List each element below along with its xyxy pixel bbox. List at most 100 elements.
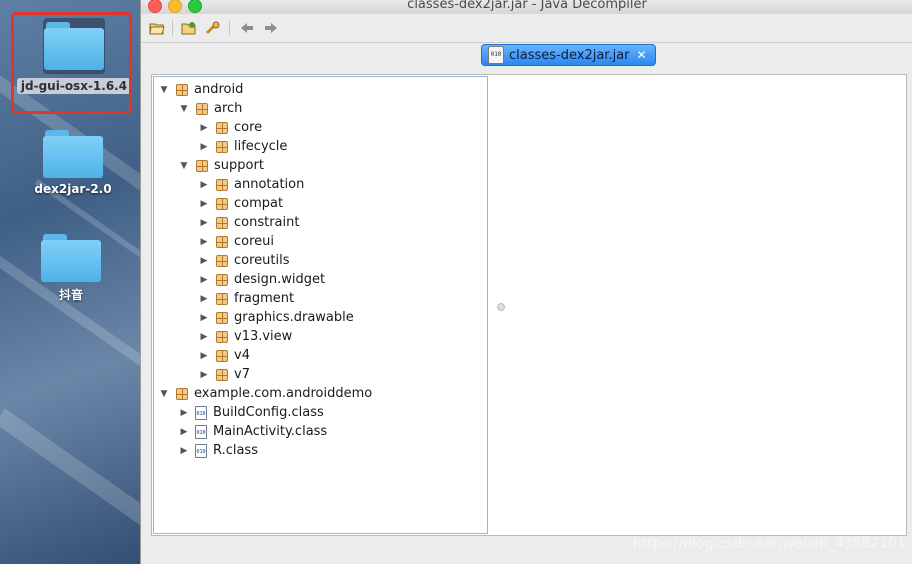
tree-node-label: android [194,82,244,97]
package-icon [216,235,228,248]
tree-package-node[interactable]: ▶ coreutils [198,251,290,270]
tree-package-node[interactable]: ▶ constraint [198,213,300,232]
tree-package-node[interactable]: ▼ arch [178,99,243,118]
disclosure-collapsed-icon[interactable]: ▶ [178,427,190,437]
disclosure-expanded-icon[interactable]: ▼ [178,104,190,114]
tree-node-label: graphics.drawable [234,310,354,325]
disclosure-collapsed-icon[interactable]: ▶ [198,123,210,133]
jar-file-icon: 010 [488,46,504,64]
tree-package-node[interactable]: ▶ v4 [198,346,250,365]
package-icon [196,102,208,115]
tree-node-label: R.class [213,443,258,458]
package-icon [216,311,228,324]
tab-close-button[interactable]: ✕ [637,48,647,62]
tree-package-node[interactable]: ▶ design.widget [198,270,326,289]
tree-node-label: core [234,120,263,135]
tab-label: classes-dex2jar.jar [509,47,630,63]
tree-class-node[interactable]: ▶ 010 R.class [178,441,258,460]
tree-node-label: coreui [234,234,275,249]
desktop-item-dex2jar[interactable]: dex2jar-2.0 [13,130,133,196]
tree-node-label: annotation [234,177,305,192]
tree-package-node[interactable]: ▶ graphics.drawable [198,308,354,327]
disclosure-collapsed-icon[interactable]: ▶ [198,199,210,209]
tree-package-node[interactable]: ▶ v7 [198,365,250,384]
desktop-item-label: dex2jar-2.0 [34,182,112,196]
tree-node-label: constraint [234,215,300,230]
disclosure-collapsed-icon[interactable]: ▶ [198,275,210,285]
disclosure-collapsed-icon[interactable]: ▶ [198,332,210,342]
split-divider-handle[interactable] [497,303,505,311]
forward-button[interactable] [261,19,281,37]
tree-package-node[interactable]: ▶ lifecycle [198,137,288,156]
package-icon [216,216,228,229]
tree-node-label: arch [214,101,243,116]
tree-package-node[interactable]: ▶ compat [198,194,284,213]
tree-node-label: design.widget [234,272,326,287]
back-arrow-icon [241,23,253,33]
content-pane: ▼ android ▼ arch ▶ core ▶ lifecycle ▼ support ▶ ann… [151,74,907,536]
tree-class-node[interactable]: ▶ 010 MainActivity.class [178,422,328,441]
disclosure-collapsed-icon[interactable]: ▶ [178,446,190,456]
package-icon [216,330,228,343]
selection-highlight-box [11,12,132,114]
disclosure-expanded-icon[interactable]: ▼ [158,85,170,95]
disclosure-collapsed-icon[interactable]: ▶ [198,294,210,304]
tree-node-label: lifecycle [234,139,288,154]
back-button[interactable] [237,19,257,37]
open-type-button[interactable] [179,19,199,37]
package-icon [216,178,228,191]
tree-node-label: support [214,158,264,173]
tree-package-node[interactable]: ▼ android [158,80,244,99]
tree-node-label: fragment [234,291,295,306]
tree-package-node[interactable]: ▶ v13.view [198,327,293,346]
disclosure-collapsed-icon[interactable]: ▶ [198,237,210,247]
package-tree[interactable]: ▼ android ▼ arch ▶ core ▶ lifecycle ▼ support ▶ ann… [153,76,488,534]
tree-package-node[interactable]: ▼ support [178,156,264,175]
disclosure-expanded-icon[interactable]: ▼ [158,389,170,399]
title-bar[interactable]: classes-dex2jar.jar - Java Decompiler [141,0,912,14]
package-icon [216,273,228,286]
tree-node-label: coreutils [234,253,290,268]
search-icon [205,21,220,35]
tree-node-label: v7 [234,367,250,382]
tab-row: 010 classes-dex2jar.jar ✕ [141,43,912,67]
tree-node-label: BuildConfig.class [213,405,324,420]
tree-node-label: example.com.androiddemo [194,386,373,401]
class-file-icon: 010 [195,405,207,420]
disclosure-collapsed-icon[interactable]: ▶ [198,313,210,323]
disclosure-collapsed-icon[interactable]: ▶ [198,218,210,228]
folder-icon [43,130,103,178]
tree-package-node[interactable]: ▶ core [198,118,263,137]
desktop: jd-gui-osx-1.6.4 dex2jar-2.0 抖音 [0,0,140,564]
package-icon [176,387,188,400]
package-icon [216,140,228,153]
tree-package-node[interactable]: ▶ coreui [198,232,274,251]
watermark: https://blog.csdn.net/weixin_43582101 [632,536,906,552]
package-icon [216,254,228,267]
tree-node-label: v13.view [234,329,293,344]
tree-package-node[interactable]: ▶ annotation [198,175,305,194]
disclosure-collapsed-icon[interactable]: ▶ [198,142,210,152]
class-file-icon: 010 [195,424,207,439]
tree-package-node[interactable]: ▼ example.com.androiddemo [158,384,373,403]
open-file-button[interactable] [147,19,167,37]
disclosure-collapsed-icon[interactable]: ▶ [178,408,190,418]
tree-class-node[interactable]: ▶ 010 BuildConfig.class [178,403,324,422]
search-button[interactable] [203,19,223,37]
desktop-item-douyin[interactable]: 抖音 [11,234,131,303]
tree-package-node[interactable]: ▶ fragment [198,289,295,308]
package-icon [216,292,228,305]
desktop-item-label: 抖音 [58,288,83,302]
jd-gui-window: classes-dex2jar.jar - Java Decompiler 01… [140,0,912,564]
package-icon [216,197,228,210]
open-type-icon [181,22,196,35]
disclosure-expanded-icon[interactable]: ▼ [178,161,190,171]
package-icon [216,121,228,134]
disclosure-collapsed-icon[interactable]: ▶ [198,256,210,266]
disclosure-collapsed-icon[interactable]: ▶ [198,370,210,380]
package-icon [216,368,228,381]
tab-classes-dex2jar[interactable]: 010 classes-dex2jar.jar ✕ [481,44,656,66]
disclosure-collapsed-icon[interactable]: ▶ [198,180,210,190]
package-icon [176,83,188,96]
disclosure-collapsed-icon[interactable]: ▶ [198,351,210,361]
